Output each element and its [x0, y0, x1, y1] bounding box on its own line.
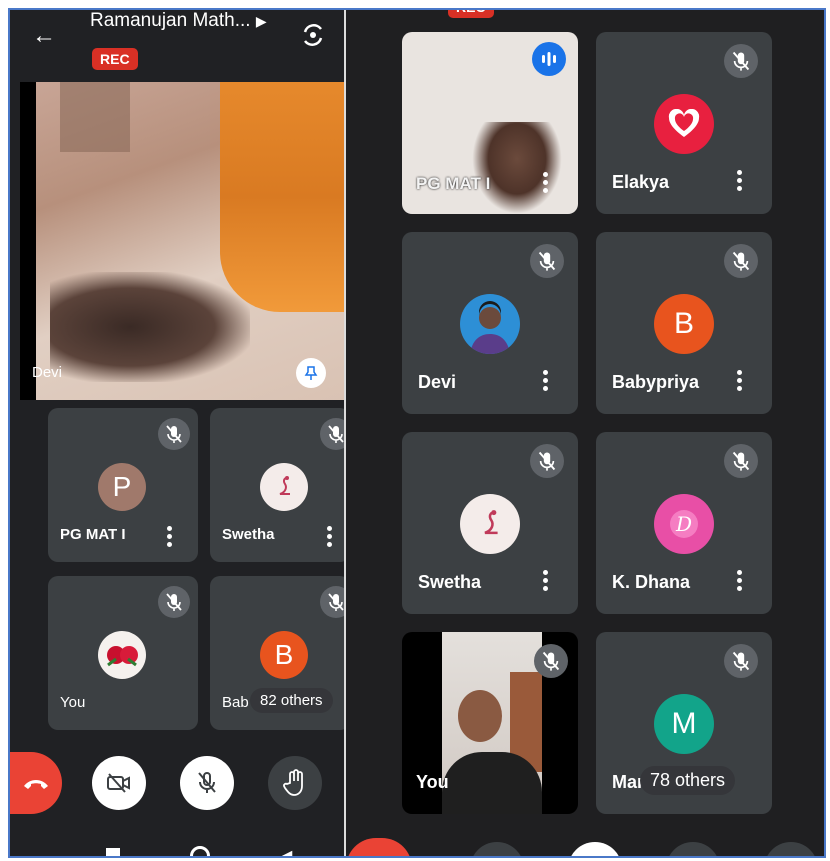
avatar: M — [654, 694, 714, 754]
avatar: P — [98, 463, 146, 511]
recents-nav-icon[interactable] — [106, 848, 120, 856]
participant-tile-you[interactable]: You — [402, 632, 578, 814]
mic-off-icon — [724, 644, 758, 678]
mic-off-icon — [158, 418, 190, 450]
mic-button[interactable] — [568, 842, 622, 856]
avatar: B — [654, 294, 714, 354]
participant-tile-pg-mat-i[interactable]: PG MAT I — [402, 32, 578, 214]
participant-name: Bab — [222, 694, 249, 711]
mic-off-icon — [534, 644, 568, 678]
back-arrow-icon[interactable]: ← — [32, 24, 56, 48]
participant-tile-babypriya[interactable]: B Babypriya — [596, 232, 772, 414]
mic-off-button[interactable] — [180, 756, 234, 810]
mic-off-icon — [724, 444, 758, 478]
rec-badge: REC — [92, 48, 138, 70]
others-badge[interactable]: 82 others — [250, 688, 333, 713]
speaking-indicator-icon — [532, 42, 566, 76]
swan-avatar-icon — [260, 463, 308, 511]
participant-name: You — [416, 772, 449, 792]
featured-video[interactable]: Devi — [20, 82, 344, 400]
camera-button[interactable] — [470, 842, 524, 856]
more-options-icon[interactable] — [542, 172, 548, 196]
mic-off-icon — [158, 586, 190, 618]
participant-tile-pg-mat-i[interactable]: P PG MAT I — [48, 408, 198, 562]
participant-tile-devi[interactable]: Devi — [402, 232, 578, 414]
mic-off-icon — [320, 586, 344, 618]
more-options-icon[interactable] — [736, 170, 742, 194]
avatar: B — [260, 631, 308, 679]
more-options-icon[interactable] — [736, 570, 742, 594]
mic-off-icon — [724, 244, 758, 278]
video-person-face — [472, 122, 562, 214]
left-phone-screen: ← Ramanujan Math... ▶ REC Devi P PG MAT … — [10, 10, 344, 856]
raise-hand-button[interactable] — [666, 842, 720, 856]
mic-off-icon — [320, 418, 344, 450]
mic-off-icon — [530, 444, 564, 478]
screenshot-frame: ← Ramanujan Math... ▶ REC Devi P PG MAT … — [8, 8, 826, 858]
video-person-hair — [50, 272, 250, 382]
end-call-button[interactable] — [10, 752, 62, 814]
hand-icon — [283, 769, 303, 796]
back-nav-icon[interactable]: ◀ — [280, 846, 292, 856]
participant-name: Swetha — [222, 526, 275, 543]
participant-tile-k-dhana[interactable]: D K. Dhana — [596, 432, 772, 614]
participant-name: K. Dhana — [612, 572, 691, 592]
self-video-face — [458, 690, 502, 742]
home-nav-icon[interactable] — [190, 846, 210, 856]
rec-badge: REC — [448, 10, 494, 18]
participant-tile-you[interactable]: You — [48, 576, 198, 730]
more-options-icon[interactable] — [542, 370, 548, 394]
participant-name: Babypriya — [612, 372, 700, 392]
participant-tile-elakya[interactable]: Elakya — [596, 32, 772, 214]
camera-off-button[interactable] — [92, 756, 146, 810]
self-video-body — [442, 752, 542, 814]
switch-camera-icon[interactable] — [300, 22, 326, 48]
participant-tile-others[interactable]: M Mani 78 others — [596, 632, 772, 814]
participant-name: Swetha — [418, 572, 482, 592]
right-phone-screen: REC PG MAT I Elakya Devi — [346, 10, 824, 856]
svg-text:D: D — [675, 512, 692, 536]
photo-avatar — [460, 294, 520, 354]
more-options-button[interactable] — [764, 842, 818, 856]
others-badge[interactable]: 78 others — [640, 766, 736, 795]
participant-name: PG MAT I — [416, 174, 491, 193]
chevron-right-icon: ▶ — [255, 13, 267, 29]
mic-off-icon — [198, 772, 216, 793]
video-window — [60, 82, 130, 152]
participant-tile-swetha[interactable]: Swetha — [402, 432, 578, 614]
more-options-icon[interactable] — [542, 570, 548, 594]
featured-name: Devi — [32, 364, 63, 381]
mic-off-icon — [530, 244, 564, 278]
participant-name: Devi — [418, 372, 457, 392]
participant-tile-swetha[interactable]: Swetha — [210, 408, 344, 562]
raise-hand-button[interactable] — [268, 756, 322, 810]
flower-avatar-icon: D — [654, 494, 714, 554]
participant-tile-others[interactable]: B Bab 82 others — [210, 576, 344, 730]
heart-avatar-icon — [654, 94, 714, 154]
mic-off-icon — [724, 44, 758, 78]
end-call-button[interactable] — [346, 838, 412, 856]
participant-name: Elakya — [612, 172, 670, 192]
more-options-icon[interactable] — [326, 526, 332, 550]
camera-off-icon — [107, 773, 130, 793]
meeting-title[interactable]: Ramanujan Math... ▶ — [90, 10, 267, 32]
participant-name: You — [60, 694, 86, 711]
roses-avatar-icon — [98, 631, 146, 679]
meeting-title-text: Ramanujan Math... — [90, 10, 251, 31]
swan-avatar-icon — [460, 494, 520, 554]
more-options-icon[interactable] — [166, 526, 172, 550]
more-options-icon[interactable] — [736, 370, 742, 394]
pin-icon[interactable] — [296, 358, 326, 388]
participant-name: PG MAT I — [60, 526, 126, 543]
